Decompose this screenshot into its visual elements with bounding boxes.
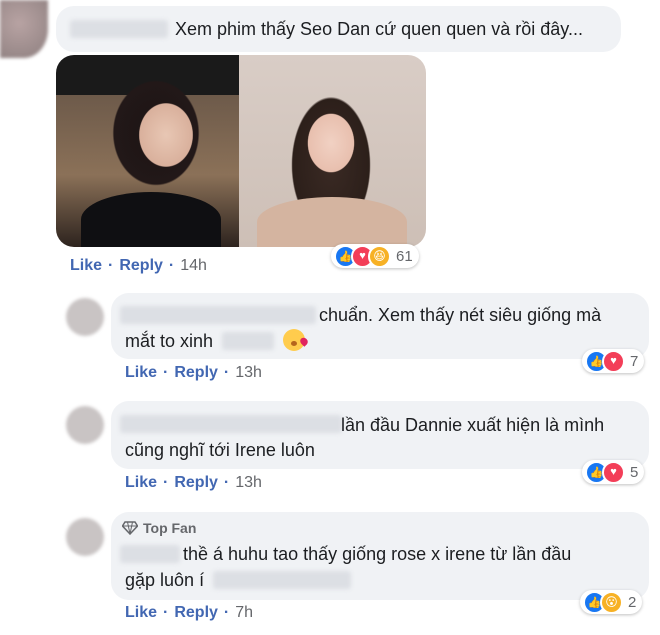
- like-link[interactable]: Like: [125, 604, 157, 621]
- comment-bubble: Top Fan thề á huhu tao thấy giống rose x…: [111, 512, 649, 600]
- reply-link[interactable]: Reply: [174, 604, 218, 621]
- reaction-count: 61: [396, 247, 413, 265]
- separator-dot: ·: [163, 604, 169, 621]
- separator-dot: ·: [223, 474, 230, 491]
- badge-label: Top Fan: [143, 520, 197, 536]
- comment-text-line1: thề á huhu tao thấy giống rose x irene t…: [183, 544, 572, 564]
- commenter-name[interactable]: [120, 415, 342, 433]
- comment-text-line2: gặp luôn í: [125, 567, 352, 593]
- comment-timestamp[interactable]: 14h: [180, 257, 207, 274]
- separator-dot: ·: [223, 364, 230, 381]
- comment-text-line1: chuẩn. Xem thấy nét siêu giống mà: [319, 305, 602, 325]
- like-link[interactable]: Like: [125, 474, 157, 491]
- reply-link[interactable]: Reply: [174, 474, 218, 491]
- commenter-avatar[interactable]: [66, 406, 104, 444]
- mentioned-name[interactable]: [213, 571, 352, 589]
- separator-dot: ·: [108, 257, 114, 274]
- reaction-count: 7: [630, 352, 639, 370]
- reaction-summary[interactable]: 👍 😮 2: [580, 590, 643, 614]
- comment-bubble: lần đầu Dannie xuất hiện là mình cũng ng…: [111, 401, 649, 469]
- separator-dot: ·: [163, 364, 169, 381]
- comment-actions: Like · Reply · 7h: [125, 604, 253, 622]
- comment-timestamp[interactable]: 7h: [235, 604, 253, 621]
- commenter-avatar[interactable]: [66, 518, 104, 556]
- wow-icon: 😮: [600, 590, 623, 614]
- comment-text: mắt to xinh: [125, 331, 214, 351]
- commenter-avatar[interactable]: [66, 298, 104, 336]
- commenter-avatar[interactable]: [0, 0, 48, 58]
- comment-actions: Like · Reply · 13h: [125, 364, 262, 382]
- reaction-count: 5: [630, 463, 639, 481]
- reaction-summary[interactable]: 👍 ♥ 5: [582, 460, 645, 484]
- mentioned-name[interactable]: [222, 332, 275, 350]
- comment-text-line1: lần đầu Dannie xuất hiện là mình: [341, 415, 605, 435]
- top-fan-badge: Top Fan: [122, 520, 196, 536]
- kiss-emoji-icon: [283, 329, 306, 351]
- comment-timestamp[interactable]: 13h: [235, 364, 262, 381]
- commenter-name[interactable]: [120, 306, 316, 324]
- reaction-summary[interactable]: 👍 ♥ 7: [582, 349, 645, 373]
- diamond-icon: [122, 521, 138, 535]
- commenter-name[interactable]: [120, 545, 180, 563]
- like-link[interactable]: Like: [125, 364, 157, 381]
- reaction-summary[interactable]: 👍 ♥ 😆 61: [331, 244, 419, 268]
- photo-left-panel: [56, 55, 239, 247]
- comment-bubble: Xem phim thấy Seo Dan cứ quen quen và rồ…: [56, 6, 621, 52]
- comment-timestamp[interactable]: 13h: [235, 474, 262, 491]
- comment-text: Xem phim thấy Seo Dan cứ quen quen và rồ…: [175, 19, 583, 39]
- comment-actions: Like · Reply · 14h: [70, 257, 207, 275]
- reply-link[interactable]: Reply: [174, 364, 218, 381]
- comment-bubble: chuẩn. Xem thấy nét siêu giống mà mắt to…: [111, 293, 649, 359]
- comment-text: gặp luôn í: [125, 570, 205, 590]
- like-link[interactable]: Like: [70, 257, 102, 274]
- haha-icon: 😆: [368, 244, 391, 268]
- separator-dot: ·: [223, 604, 230, 621]
- reaction-count: 2: [628, 593, 637, 611]
- comment-text-line2: mắt to xinh: [125, 328, 306, 354]
- love-icon: ♥: [602, 349, 625, 373]
- separator-dot: ·: [163, 474, 169, 491]
- love-icon: ♥: [602, 460, 625, 484]
- separator-dot: ·: [168, 257, 175, 274]
- photo-right-panel: [239, 55, 426, 247]
- comment-text-line2: cũng nghĩ tới Irene luôn: [125, 440, 315, 460]
- comment-actions: Like · Reply · 13h: [125, 474, 262, 492]
- commenter-name[interactable]: [70, 20, 168, 38]
- reply-link[interactable]: Reply: [119, 257, 163, 274]
- comment-photo[interactable]: [56, 55, 426, 247]
